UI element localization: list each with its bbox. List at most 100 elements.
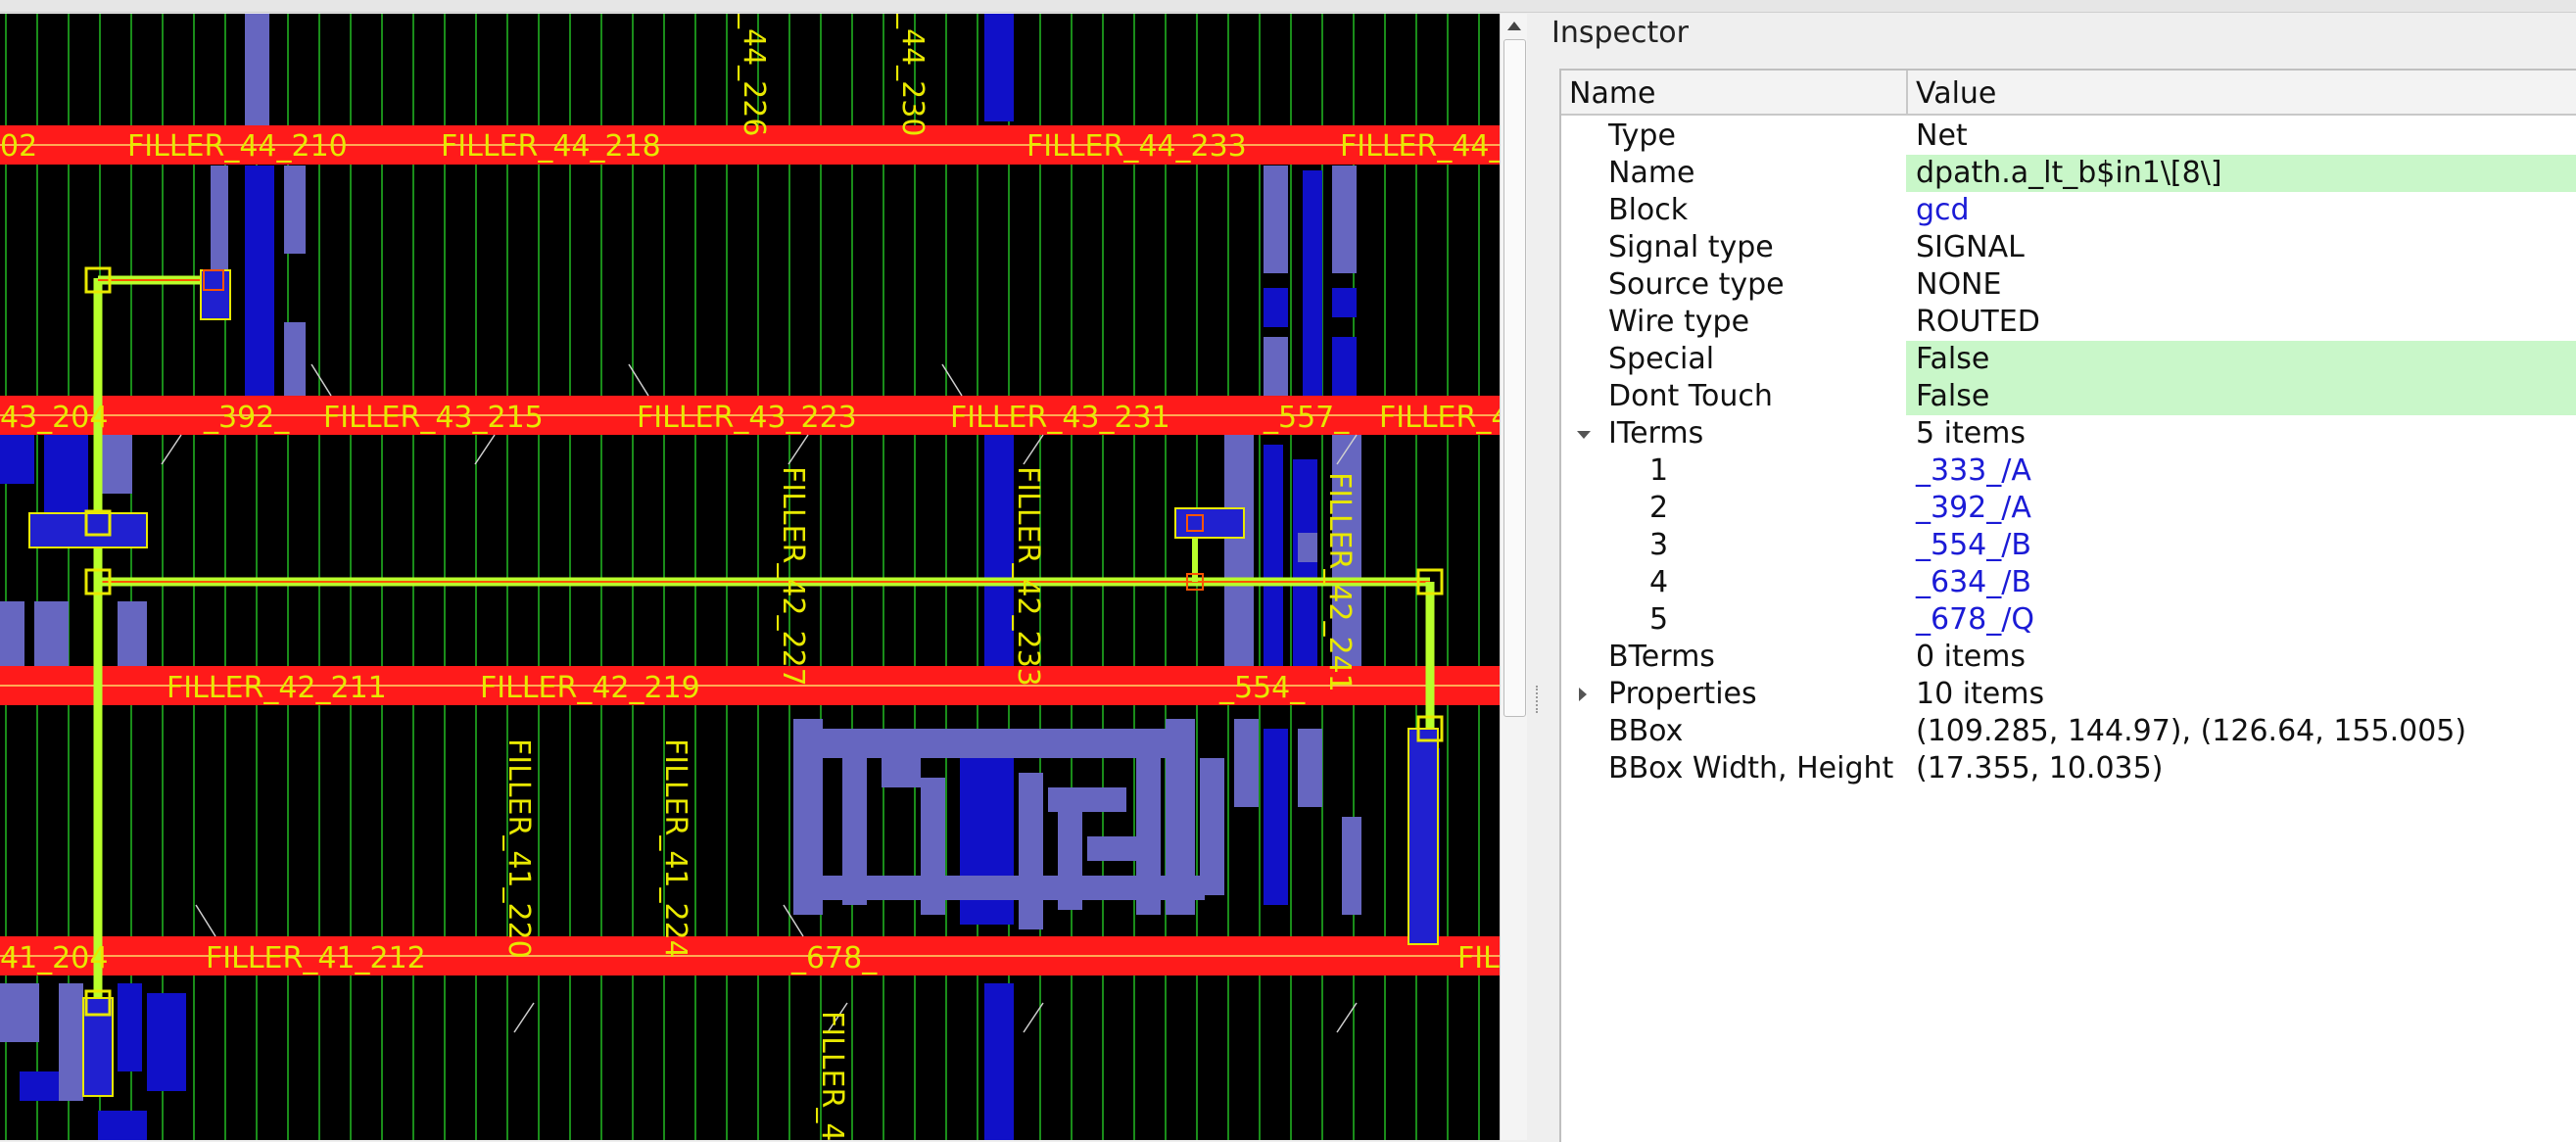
block-link[interactable]: gcd: [1906, 192, 2576, 229]
row-label: Signal type: [1608, 230, 1774, 264]
metal-shape: [118, 983, 142, 1071]
row44-label-2: FILLER_44_218: [441, 129, 661, 164]
row43-label-5: _557_: [1263, 401, 1350, 435]
metal-shape: [1019, 773, 1043, 929]
scroll-thumb[interactable]: [1503, 39, 1526, 717]
row44-label-1: FILLER_44_210: [127, 129, 348, 164]
row-iterms[interactable]: ITerms 5 items: [1561, 415, 2576, 452]
row-dont-touch[interactable]: Dont Touch False: [1561, 378, 2576, 415]
iterm-link[interactable]: _554_/B: [1906, 527, 2576, 564]
row-value: 0 items: [1916, 640, 2027, 674]
row-label: BTerms: [1608, 640, 1715, 674]
layout-canvas[interactable]: 02 FILLER_44_210 FILLER_44_218 FILLER_44…: [0, 14, 1500, 1140]
vertical-label-3: FILLER_42_233: [1011, 466, 1045, 687]
metal-shape: [1293, 459, 1317, 680]
column-divider[interactable]: [1906, 71, 1908, 114]
metal-shape: [1332, 337, 1357, 396]
metal-shape: [984, 435, 1014, 680]
row-wire-type[interactable]: Wire type ROUTED: [1561, 304, 2576, 341]
metal-shape: [1264, 729, 1288, 905]
metal-shape: [59, 983, 83, 1101]
metal-shape: [1234, 719, 1259, 807]
row-label: Source type: [1608, 267, 1785, 302]
vertical-label-2: FILLER_42_227: [776, 466, 810, 687]
metal-shape: [1298, 533, 1317, 562]
iterm-link[interactable]: _678_/Q: [1906, 601, 2576, 639]
origin-mark: [941, 363, 963, 397]
row-name[interactable]: Name dpath.a_lt_b$in1\[8\]: [1561, 155, 2576, 192]
row43-label-0: 43_204: [0, 401, 108, 435]
panel-splitter[interactable]: [1527, 14, 1549, 1140]
metal-shape: [1264, 337, 1288, 396]
row-block[interactable]: Block gcd: [1561, 192, 2576, 229]
metal-shape: [1048, 787, 1126, 812]
metal-shape: [1303, 170, 1322, 396]
row-value: NONE: [1916, 267, 2002, 302]
row-signal-type[interactable]: Signal type SIGNAL: [1561, 229, 2576, 266]
iterm-pin: [200, 269, 231, 320]
metal-shape: [984, 14, 1014, 121]
vertical-label-4: FILLER_42_241: [1322, 472, 1357, 692]
column-header-value[interactable]: Value: [1916, 76, 1996, 111]
row41-label-0: 41_204: [0, 941, 108, 975]
vertical-label-6: FILLER_41_224: [658, 738, 692, 959]
metal-shape: [245, 166, 274, 401]
metal-shape: [1264, 288, 1288, 327]
iterm-index: 4: [1649, 565, 1669, 599]
layout-vertical-scrollbar[interactable]: [1500, 14, 1529, 1140]
origin-mark: [787, 434, 809, 465]
expand-arrow-down-icon[interactable]: [1577, 431, 1591, 439]
row44-label-0: 02: [0, 129, 37, 164]
row-bbox-size[interactable]: BBox Width, Height (17.355, 10.035): [1561, 750, 2576, 787]
iterm-row[interactable]: 2 _392_/A: [1561, 490, 2576, 527]
iterm-link[interactable]: _392_/A: [1906, 490, 2576, 527]
iterm-row[interactable]: 3 _554_/B: [1561, 527, 2576, 564]
row-label: Name: [1608, 156, 1695, 190]
row43-label-2: FILLER_43_215: [323, 401, 544, 435]
row-bbox[interactable]: BBox (109.285, 144.97), (126.64, 155.005…: [1561, 713, 2576, 750]
row-label: Block: [1608, 193, 1689, 227]
column-header-name[interactable]: Name: [1569, 76, 1656, 111]
metal-shape: [803, 729, 1175, 758]
splitter-grip-icon: [1536, 686, 1541, 713]
metal-shape: [98, 1111, 147, 1140]
row-source-type[interactable]: Source type NONE: [1561, 266, 2576, 304]
metal-shape: [44, 435, 88, 523]
metal-shape: [1264, 445, 1283, 680]
metal-shape: [1332, 288, 1357, 317]
origin-mark: [161, 434, 182, 465]
row-value-editable[interactable]: False: [1906, 341, 2576, 378]
origin-mark: [513, 1002, 535, 1033]
iterm-pin: [1174, 507, 1245, 539]
row42-label-2: _554_: [1218, 671, 1306, 705]
iterm-row[interactable]: 5 _678_/Q: [1561, 601, 2576, 639]
row-label: ITerms: [1608, 416, 1704, 451]
inspector-tree[interactable]: Name Value Type Net Name dpath.a_lt_b$in…: [1559, 69, 2576, 1142]
scroll-up-arrow-icon[interactable]: [1507, 22, 1521, 30]
iterm-link[interactable]: _634_/B: [1906, 564, 2576, 601]
row-label: Wire type: [1608, 305, 1750, 339]
row-value: SIGNAL: [1916, 230, 2025, 264]
metal-shape: [245, 14, 269, 131]
row-properties[interactable]: Properties 10 items: [1561, 676, 2576, 713]
row-type[interactable]: Type Net: [1561, 118, 2576, 155]
row-value-editable[interactable]: False: [1906, 378, 2576, 415]
row-label: BBox: [1608, 714, 1684, 748]
iterm-row[interactable]: 1 _333_/A: [1561, 452, 2576, 490]
metal-shape: [0, 435, 34, 484]
iterm-link[interactable]: _333_/A: [1906, 452, 2576, 490]
expand-arrow-right-icon[interactable]: [1579, 688, 1587, 701]
row43-label-4: FILLER_43_231: [950, 401, 1170, 435]
row-bterms[interactable]: BTerms 0 items: [1561, 639, 2576, 676]
row-label: Properties: [1608, 677, 1757, 711]
row-value: ROUTED: [1916, 305, 2040, 339]
row-value: 5 items: [1916, 416, 2027, 451]
row-special[interactable]: Special False: [1561, 341, 2576, 378]
metal-shape: [147, 993, 186, 1091]
origin-mark: [195, 904, 216, 937]
origin-mark: [628, 363, 649, 397]
iterm-row[interactable]: 4 _634_/B: [1561, 564, 2576, 601]
row-value-editable[interactable]: dpath.a_lt_b$in1\[8\]: [1906, 155, 2576, 192]
row43-label-1: _392_: [203, 401, 290, 435]
row-label: Special: [1608, 342, 1715, 376]
